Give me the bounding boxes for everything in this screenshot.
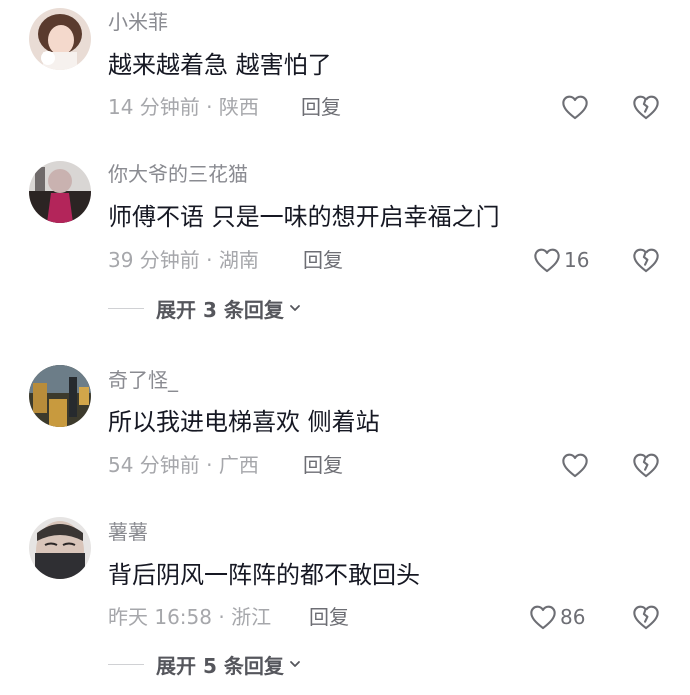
expand-replies-button[interactable]: 展开 3 条回复 — [108, 294, 302, 322]
username[interactable]: 小米菲 — [108, 10, 168, 34]
avatar[interactable] — [29, 517, 91, 579]
broken-heart-icon — [633, 248, 659, 273]
broken-heart-icon — [633, 605, 659, 630]
expand-replies-button[interactable]: 展开 5 条回复 — [108, 650, 302, 678]
comment-text: 所以我进电梯喜欢 侧着站 — [108, 408, 380, 436]
heart-outline-icon — [562, 95, 588, 120]
comment-text: 背后阴风一阵阵的都不敢回头 — [108, 561, 420, 589]
heart-outline-icon — [530, 605, 556, 630]
username[interactable]: 薯薯 — [108, 520, 148, 544]
dislike-button[interactable] — [632, 451, 660, 479]
comment-meta: 54 分钟前 · 广西 — [108, 453, 259, 477]
like-button[interactable] — [561, 450, 592, 480]
like-count: 86 — [560, 605, 586, 629]
expand-replies-label: 展开 5 条回复 — [156, 653, 284, 678]
expand-replies-label: 展开 3 条回复 — [156, 297, 284, 322]
dislike-button[interactable] — [632, 246, 660, 274]
username[interactable]: 奇了怪_ — [108, 368, 178, 392]
like-button[interactable]: 86 — [529, 602, 585, 632]
expand-divider — [108, 663, 144, 665]
avatar[interactable] — [29, 161, 91, 223]
heart-outline-icon — [534, 248, 560, 273]
comment-text: 越来越着急 越害怕了 — [108, 51, 332, 79]
reply-button[interactable]: 回复 — [309, 604, 349, 630]
comment-meta: 昨天 16:58 · 浙江 — [108, 605, 272, 629]
expand-divider — [108, 307, 144, 309]
heart-outline-icon — [562, 453, 588, 478]
avatar[interactable] — [29, 365, 91, 427]
like-button[interactable] — [561, 92, 592, 122]
broken-heart-icon — [633, 453, 659, 478]
chevron-down-icon — [289, 661, 300, 667]
reply-button[interactable]: 回复 — [301, 94, 341, 120]
comment-meta: 14 分钟前 · 陕西 — [108, 95, 259, 119]
avatar[interactable] — [29, 8, 91, 70]
like-count: 16 — [564, 248, 590, 272]
dislike-button[interactable] — [632, 93, 660, 121]
dislike-button[interactable] — [632, 603, 660, 631]
username[interactable]: 你大爷的三花猫 — [108, 162, 248, 186]
comment-meta: 39 分钟前 · 湖南 — [108, 248, 259, 272]
reply-button[interactable]: 回复 — [303, 247, 343, 273]
chevron-down-icon — [289, 305, 300, 311]
like-button[interactable]: 16 — [533, 245, 589, 275]
reply-button[interactable]: 回复 — [303, 452, 343, 478]
comment-text: 师傅不语 只是一味的想开启幸福之门 — [108, 203, 500, 231]
broken-heart-icon — [633, 95, 659, 120]
